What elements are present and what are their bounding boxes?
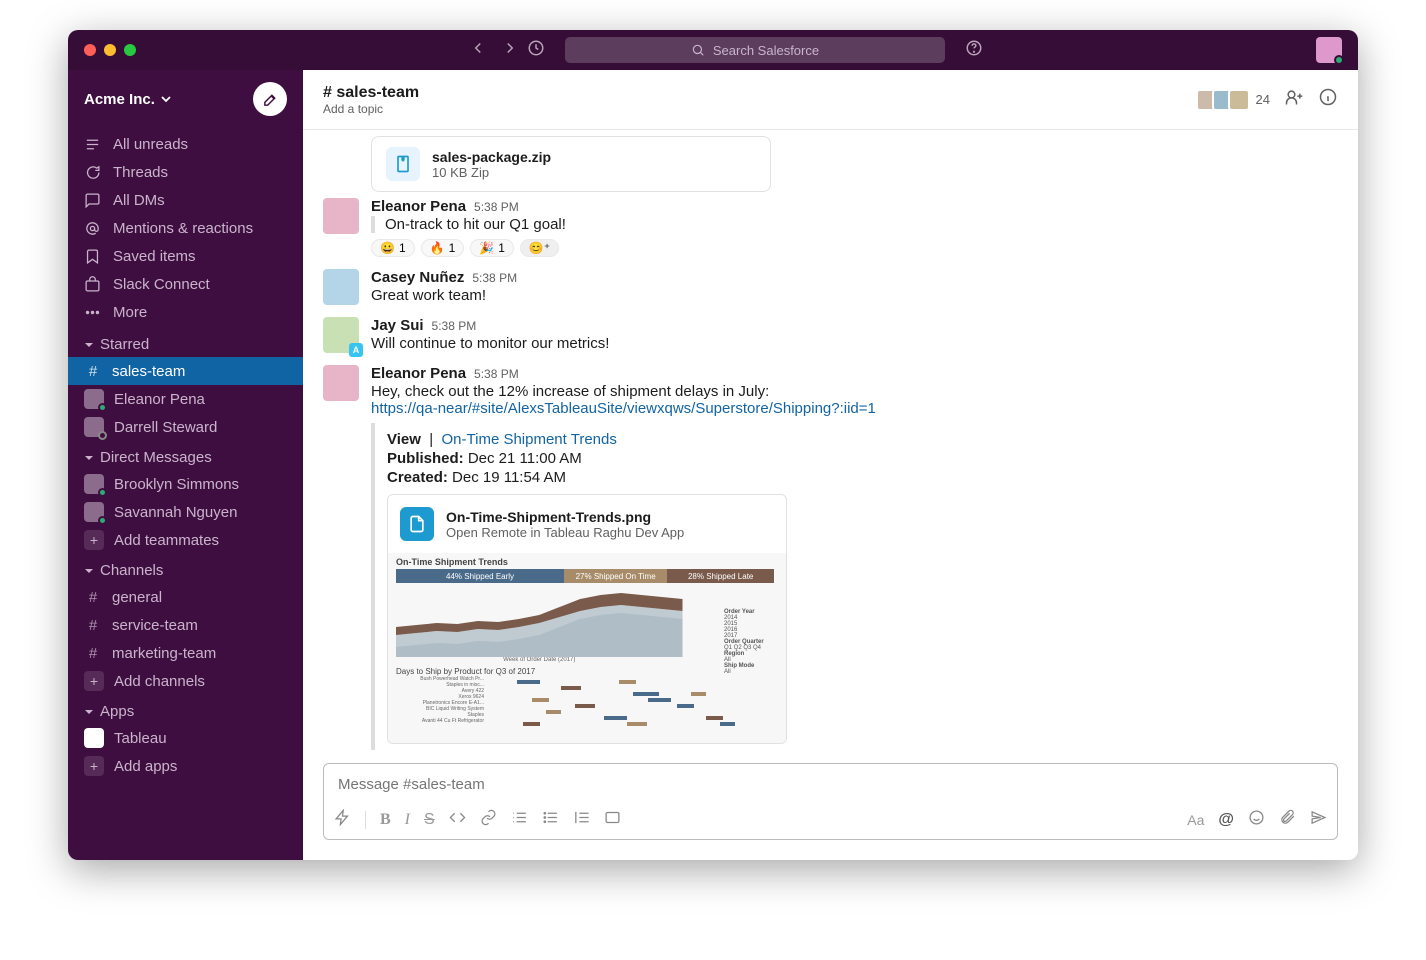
nav-saved[interactable]: Saved items (68, 242, 303, 270)
sidebar-dm-savannah[interactable]: Savannah Nguyen (68, 498, 303, 526)
sidebar-channel-sales-team[interactable]: #sales-team (68, 357, 303, 385)
avatar[interactable] (323, 269, 359, 305)
file-attachment[interactable]: sales-package.zip10 KB Zip (371, 136, 771, 192)
nav-mentions[interactable]: Mentions & reactions (68, 214, 303, 242)
message-link[interactable]: https://qa-near/#site/AlexsTableauSite/v… (371, 400, 876, 417)
bold-icon[interactable]: B (380, 811, 391, 829)
timestamp: 5:38 PM (474, 367, 519, 381)
code-icon[interactable] (449, 809, 466, 831)
nav-all-dms[interactable]: All DMs (68, 186, 303, 214)
emoji-icon[interactable] (1248, 809, 1265, 831)
add-apps[interactable]: +Add apps (68, 752, 303, 780)
timestamp: 5:38 PM (432, 319, 477, 333)
file-icon (400, 507, 434, 541)
channel-topic[interactable]: Add a topic (323, 102, 419, 116)
link-unfurl: View | On-Time Shipment Trends Published… (371, 423, 1338, 750)
sidebar-channel-general[interactable]: #general (68, 583, 303, 611)
author-name[interactable]: Casey Nuñez (371, 269, 464, 286)
window-controls (84, 44, 136, 56)
add-reaction[interactable]: 😊⁺ (520, 239, 559, 257)
maximize-window[interactable] (124, 44, 136, 56)
link-icon[interactable] (480, 809, 497, 831)
channel-details-icon[interactable] (1318, 87, 1338, 112)
ordered-list-icon[interactable] (511, 809, 528, 831)
reaction[interactable]: 😀1 (371, 239, 415, 257)
sidebar-dm-darrell[interactable]: Darrell Steward (68, 413, 303, 441)
zip-icon (386, 147, 420, 181)
message-list: sales-package.zip10 KB Zip Eleanor Pena 5… (303, 130, 1358, 763)
add-channels[interactable]: +Add channels (68, 667, 303, 695)
sidebar: Acme Inc. All unreads Threads All DMs Me… (68, 70, 303, 860)
avatar[interactable]: A (323, 317, 359, 353)
message: Eleanor Pena 5:38 PM On-track to hit our … (323, 192, 1338, 263)
message-composer: B I S Aa @ (323, 763, 1338, 840)
section-apps[interactable]: Apps (68, 695, 303, 724)
channel-header: # sales-team Add a topic 24 (303, 70, 1358, 130)
search-input[interactable]: Search Salesforce (565, 37, 945, 63)
view-link[interactable]: On-Time Shipment Trends (442, 431, 617, 448)
message: Casey Nuñez 5:38 PM Great work team! (323, 263, 1338, 311)
user-avatar[interactable] (1316, 37, 1342, 63)
message: A Jay Sui 5:38 PM Will continue to monito… (323, 311, 1338, 359)
add-people-icon[interactable] (1284, 87, 1304, 112)
workspace-switcher[interactable]: Acme Inc. (84, 91, 171, 108)
sidebar-channel-marketing[interactable]: #marketing-team (68, 639, 303, 667)
channel-name[interactable]: # sales-team (323, 84, 419, 102)
italic-icon[interactable]: I (405, 811, 410, 829)
timestamp: 5:38 PM (474, 200, 519, 214)
avatar[interactable] (323, 198, 359, 234)
history-icon[interactable] (527, 39, 545, 62)
timestamp: 5:38 PM (472, 271, 517, 285)
message: Eleanor Pena 5:38 PM Hey, check out the 1… (323, 359, 1338, 756)
avatar[interactable] (323, 365, 359, 401)
shortcuts-icon[interactable] (334, 809, 351, 831)
nav-slack-connect[interactable]: Slack Connect (68, 270, 303, 298)
compose-button[interactable] (253, 82, 287, 116)
nav-forward[interactable] (501, 39, 519, 62)
section-dms[interactable]: Direct Messages (68, 441, 303, 470)
author-name[interactable]: Eleanor Pena (371, 365, 466, 382)
minimize-window[interactable] (104, 44, 116, 56)
reaction[interactable]: 🔥1 (421, 239, 465, 257)
blockquote-icon[interactable] (573, 809, 590, 831)
message-input[interactable] (324, 764, 1337, 805)
code-block-icon[interactable] (604, 809, 621, 831)
message-text: On-track to hit our Q1 goal! (371, 216, 1338, 233)
sidebar-dm-eleanor[interactable]: Eleanor Pena (68, 385, 303, 413)
search-placeholder: Search Salesforce (713, 43, 819, 58)
format-icon[interactable]: Aa (1187, 812, 1204, 828)
titlebar: Search Salesforce (68, 30, 1358, 70)
member-count[interactable]: 24 (1202, 89, 1270, 111)
mention-icon[interactable]: @ (1218, 811, 1234, 829)
author-name[interactable]: Jay Sui (371, 317, 424, 334)
tableau-preview[interactable]: On-Time-Shipment-Trends.pngOpen Remote i… (387, 494, 787, 744)
message-text: Will continue to monitor our metrics! (371, 335, 1338, 352)
sidebar-dm-brooklyn[interactable]: Brooklyn Simmons (68, 470, 303, 498)
author-name[interactable]: Eleanor Pena (371, 198, 466, 215)
send-button[interactable] (1310, 809, 1327, 831)
sidebar-app-tableau[interactable]: Tableau (68, 724, 303, 752)
help-icon[interactable] (965, 39, 983, 62)
message-text: Great work team! (371, 287, 1338, 304)
nav-all-unreads[interactable]: All unreads (68, 130, 303, 158)
nav-threads[interactable]: Threads (68, 158, 303, 186)
message-text: Hey, check out the 12% increase of shipm… (371, 383, 1338, 417)
sidebar-channel-service[interactable]: #service-team (68, 611, 303, 639)
add-teammates[interactable]: +Add teammates (68, 526, 303, 554)
nav-more[interactable]: More (68, 298, 303, 326)
nav-back[interactable] (469, 39, 487, 62)
reaction[interactable]: 🎉1 (470, 239, 514, 257)
chart-preview: On-Time Shipment Trends 44% Shipped Earl… (388, 553, 786, 743)
section-channels[interactable]: Channels (68, 554, 303, 583)
section-starred[interactable]: Starred (68, 328, 303, 357)
close-window[interactable] (84, 44, 96, 56)
strike-icon[interactable]: S (424, 811, 435, 829)
attach-icon[interactable] (1279, 809, 1296, 831)
bullet-list-icon[interactable] (542, 809, 559, 831)
